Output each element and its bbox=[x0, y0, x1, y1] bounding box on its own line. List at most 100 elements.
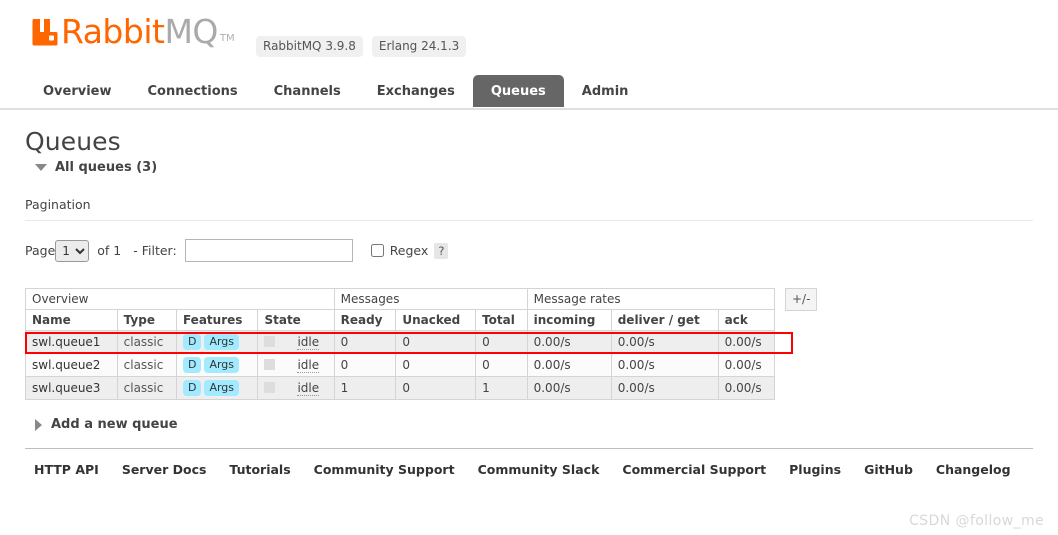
tab-connections[interactable]: Connections bbox=[130, 75, 256, 107]
cell-queue-type: classic bbox=[116, 376, 177, 400]
nav-item-admin[interactable]: Admin bbox=[564, 75, 647, 108]
cell-deliver-get: 0.00/s bbox=[610, 330, 719, 354]
footer-link-community-support[interactable]: Community Support bbox=[314, 462, 478, 477]
logo-mq-text: MQ bbox=[164, 12, 218, 51]
column-header-total[interactable]: Total bbox=[475, 309, 528, 331]
nav-list: Overview Connections Channels Exchanges … bbox=[25, 75, 1058, 108]
column-header-ack[interactable]: ack bbox=[717, 309, 776, 331]
cell-total: 1 bbox=[475, 376, 528, 400]
feature-badge-durable[interactable]: D bbox=[182, 334, 202, 350]
footer-item-changelog[interactable]: Changelog bbox=[936, 462, 1034, 477]
main-content: Queues All queues (3) Pagination Page 1 … bbox=[0, 127, 1058, 477]
footer-item-github[interactable]: GitHub bbox=[864, 462, 936, 477]
footer-item-server-docs[interactable]: Server Docs bbox=[122, 462, 230, 477]
page-select[interactable]: 1 bbox=[55, 239, 90, 262]
regex-checkbox[interactable] bbox=[370, 244, 384, 257]
filter-input[interactable] bbox=[184, 239, 353, 262]
feature-badge-args[interactable]: Args bbox=[204, 380, 240, 396]
footer-link-plugins[interactable]: Plugins bbox=[789, 462, 864, 477]
toggle-columns-button[interactable]: +/- bbox=[785, 288, 818, 311]
tab-queues[interactable]: Queues bbox=[472, 75, 564, 107]
footer-link-github[interactable]: GitHub bbox=[864, 462, 936, 477]
footer-link-tutorials[interactable]: Tutorials bbox=[229, 462, 313, 477]
feature-badge-args[interactable]: Args bbox=[204, 357, 240, 373]
feature-badge-args[interactable]: Args bbox=[204, 334, 240, 350]
cell-ready: 0 bbox=[333, 353, 397, 377]
footer-link-community-slack[interactable]: Community Slack bbox=[478, 462, 623, 477]
cell-deliver-get: 0.00/s bbox=[610, 376, 719, 400]
group-header-message-rates: Message rates bbox=[526, 288, 776, 310]
rabbit-logo-icon bbox=[32, 17, 58, 47]
footer-item-community-slack[interactable]: Community Slack bbox=[478, 462, 623, 477]
feature-badge-durable[interactable]: D bbox=[182, 380, 202, 396]
cell-queue-state: idle bbox=[257, 353, 335, 377]
cell-queue-features: D Args bbox=[175, 330, 259, 354]
tab-exchanges[interactable]: Exchanges bbox=[359, 75, 473, 107]
pagination-controls: Page 1 of 1 - Filter: Regex ? bbox=[25, 239, 1033, 262]
chevron-down-icon[interactable] bbox=[35, 164, 47, 171]
footer-item-tutorials[interactable]: Tutorials bbox=[229, 462, 313, 477]
tab-channels[interactable]: Channels bbox=[256, 75, 359, 107]
watermark: CSDN @follow_me bbox=[909, 513, 1044, 529]
cell-queue-name[interactable]: swl.queue1 bbox=[25, 330, 118, 354]
all-queues-label: All queues (3) bbox=[55, 160, 158, 175]
column-header-name[interactable]: Name bbox=[25, 309, 118, 331]
state-indicator-icon bbox=[264, 382, 276, 393]
page-title: Queues bbox=[25, 127, 121, 156]
footer-item-plugins[interactable]: Plugins bbox=[789, 462, 864, 477]
cell-queue-state: idle bbox=[257, 376, 335, 400]
nav-item-channels[interactable]: Channels bbox=[256, 75, 359, 108]
cell-ack: 0.00/s bbox=[717, 330, 776, 354]
footer-link-changelog[interactable]: Changelog bbox=[936, 462, 1034, 477]
logo-rabbit-text: Rabbit bbox=[61, 12, 165, 51]
footer-item-community-support[interactable]: Community Support bbox=[314, 462, 478, 477]
page-footer: HTTP API Server Docs Tutorials Community… bbox=[25, 448, 1033, 477]
cell-queue-type: classic bbox=[116, 330, 177, 354]
cell-ready: 1 bbox=[333, 376, 397, 400]
page-total-label: of 1 bbox=[97, 243, 122, 258]
table-row[interactable]: swl.queue3 classic D Args idle 1 0 1 0.00… bbox=[25, 376, 776, 400]
column-header-deliver-get[interactable]: deliver / get bbox=[610, 309, 719, 331]
cell-incoming: 0.00/s bbox=[526, 353, 612, 377]
cell-queue-name[interactable]: swl.queue3 bbox=[25, 376, 118, 400]
nav-item-overview[interactable]: Overview bbox=[25, 75, 130, 108]
footer-link-server-docs[interactable]: Server Docs bbox=[122, 462, 230, 477]
nav-item-connections[interactable]: Connections bbox=[130, 75, 256, 108]
footer-item-commercial-support[interactable]: Commercial Support bbox=[622, 462, 789, 477]
tab-overview[interactable]: Overview bbox=[25, 75, 130, 107]
erlang-version-badge: Erlang 24.1.3 bbox=[371, 36, 467, 57]
queues-table-body: swl.queue1 classic D Args idle 0 0 0 0.00… bbox=[25, 330, 776, 400]
nav-item-queues[interactable]: Queues bbox=[472, 75, 564, 108]
nav-item-exchanges[interactable]: Exchanges bbox=[359, 75, 473, 108]
cell-deliver-get: 0.00/s bbox=[610, 353, 719, 377]
regex-help-icon[interactable]: ? bbox=[434, 242, 449, 259]
feature-badge-durable[interactable]: D bbox=[182, 357, 202, 373]
queues-table-wrap: Overview Messages Message rates Name Typ… bbox=[25, 288, 1033, 400]
table-row[interactable]: swl.queue1 classic D Args idle 0 0 0 0.00… bbox=[25, 330, 776, 354]
column-header-state[interactable]: State bbox=[257, 309, 335, 331]
column-header-type[interactable]: Type bbox=[116, 309, 177, 331]
footer-item-http-api[interactable]: HTTP API bbox=[25, 462, 122, 477]
version-badges: RabbitMQ 3.9.8 Erlang 24.1.3 bbox=[256, 36, 467, 57]
footer-link-http-api[interactable]: HTTP API bbox=[25, 462, 122, 477]
column-header-incoming[interactable]: incoming bbox=[526, 309, 612, 331]
tab-admin[interactable]: Admin bbox=[564, 75, 647, 107]
cell-queue-name[interactable]: swl.queue2 bbox=[25, 353, 118, 377]
all-queues-section-header[interactable]: All queues (3) bbox=[35, 160, 1033, 175]
column-header-ready[interactable]: Ready bbox=[333, 309, 397, 331]
state-label: idle bbox=[297, 335, 320, 350]
table-column-header-row: Name Type Features State Ready Unacked T… bbox=[25, 309, 776, 331]
state-indicator-icon bbox=[264, 359, 276, 370]
footer-link-commercial-support[interactable]: Commercial Support bbox=[622, 462, 789, 477]
group-header-overview: Overview bbox=[25, 288, 335, 310]
queues-table-head: Overview Messages Message rates Name Typ… bbox=[25, 288, 776, 331]
cell-unacked: 0 bbox=[395, 330, 477, 354]
add-new-queue-section[interactable]: Add a new queue bbox=[35, 417, 1033, 432]
table-row[interactable]: swl.queue2 classic D Args idle 0 0 0 0.00… bbox=[25, 353, 776, 377]
cell-total: 0 bbox=[475, 330, 528, 354]
main-navigation: Overview Connections Channels Exchanges … bbox=[0, 75, 1058, 110]
chevron-right-icon[interactable] bbox=[35, 418, 42, 431]
pagination-section-label: Pagination bbox=[25, 197, 1033, 221]
column-header-unacked[interactable]: Unacked bbox=[395, 309, 477, 331]
rabbitmq-logo[interactable]: Rabbit MQ TM bbox=[32, 12, 235, 51]
